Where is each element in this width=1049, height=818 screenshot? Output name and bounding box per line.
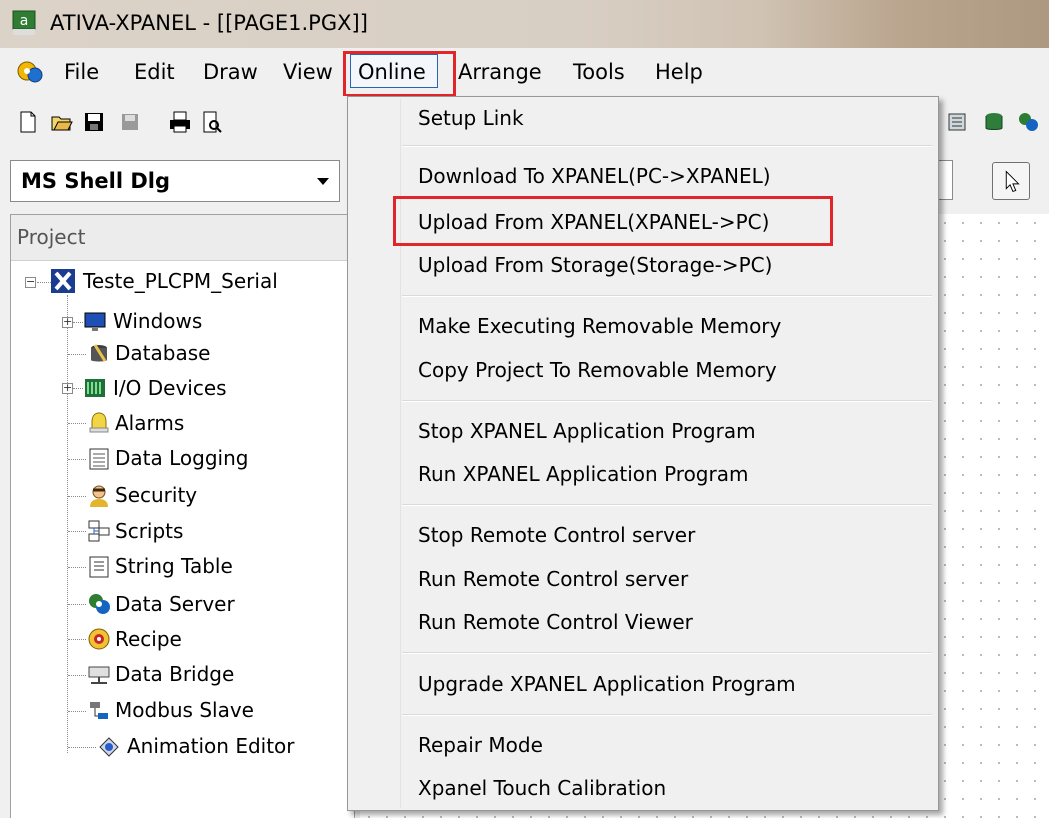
alarm-bell-icon — [89, 412, 109, 433]
tree-item-modbus-slave[interactable]: Modbus Slave — [115, 695, 254, 725]
tree-item-animation-editor[interactable]: Animation Editor — [127, 731, 295, 761]
menu-item-run-remote-control-server[interactable]: Run Remote Control server — [418, 562, 688, 596]
menu-separator — [402, 714, 932, 716]
menu-separator — [402, 145, 932, 147]
tree-item-windows[interactable]: Windows — [113, 306, 202, 336]
menu-item-download-to-xpanel[interactable]: Download To XPANEL(PC->XPANEL) — [418, 159, 771, 193]
menu-separator — [402, 295, 932, 297]
io-devices-tool-icon[interactable] — [946, 110, 970, 134]
menu-item-repair-mode[interactable]: Repair Mode — [418, 728, 543, 762]
window-title: ATIVA-XPANEL - [[PAGE1.PGX]] — [50, 11, 368, 35]
menu-help[interactable]: Help — [655, 59, 703, 85]
project-x-icon — [51, 269, 75, 293]
project-panel-title: Project — [17, 225, 86, 249]
print-preview-icon[interactable] — [200, 110, 224, 134]
menu-file[interactable]: File — [64, 59, 99, 85]
title-bar: a ATIVA-XPANEL - [[PAGE1.PGX]] — [0, 0, 1049, 48]
io-devices-icon — [85, 379, 105, 397]
tree-expander[interactable]: + — [62, 316, 73, 328]
tree-expander[interactable]: + — [62, 382, 73, 394]
save-icon[interactable] — [82, 110, 106, 134]
menu-tools[interactable]: Tools — [573, 59, 625, 85]
tree-item-database[interactable]: Database — [115, 338, 210, 368]
menu-item-copy-project-to-removable-memory[interactable]: Copy Project To Removable Memory — [418, 353, 777, 387]
menu-bar: File Edit Draw View Online Arrange Tools… — [0, 48, 1049, 96]
data-server-icon — [89, 594, 110, 614]
print-icon[interactable] — [168, 110, 192, 134]
menu-draw[interactable]: Draw — [203, 59, 258, 85]
menu-edit[interactable]: Edit — [134, 59, 175, 85]
tree-expander[interactable]: − — [25, 276, 36, 288]
menu-item-upload-from-storage[interactable]: Upload From Storage(Storage->PC) — [418, 248, 772, 282]
project-panel: Project − Teste_PLCPM_Serial + Windows D… — [10, 214, 355, 818]
menu-item-run-xpanel-app[interactable]: Run XPANEL Application Program — [418, 457, 748, 491]
string-table-icon — [89, 556, 109, 578]
app-menu-icon[interactable] — [14, 58, 48, 86]
tree-item-alarms[interactable]: Alarms — [115, 408, 184, 438]
project-panel-header: Project — [11, 215, 354, 261]
menu-item-stop-remote-control-server[interactable]: Stop Remote Control server — [418, 518, 695, 552]
menu-separator — [402, 400, 932, 402]
menu-item-run-remote-control-viewer[interactable]: Run Remote Control Viewer — [418, 605, 693, 639]
menu-view[interactable]: View — [283, 59, 333, 85]
menu-item-upgrade-xpanel-app[interactable]: Upgrade XPANEL Application Program — [418, 667, 796, 701]
online-highlight-frame — [343, 51, 456, 97]
tree-item-data-server[interactable]: Data Server — [115, 589, 235, 619]
tree-item-io-devices[interactable]: I/O Devices — [113, 373, 227, 403]
font-select[interactable]: MS Shell Dlg — [10, 160, 340, 202]
animation-editor-icon — [99, 737, 119, 757]
tree-item-scripts[interactable]: Scripts — [115, 516, 183, 546]
menu-item-make-executing-removable-memory[interactable]: Make Executing Removable Memory — [418, 309, 781, 343]
tree-item-string-table[interactable]: String Table — [115, 551, 233, 581]
data-logging-icon — [89, 448, 109, 470]
security-user-icon — [90, 485, 108, 507]
font-select-value: MS Shell Dlg — [21, 169, 171, 193]
menu-arrange[interactable]: Arrange — [458, 59, 542, 85]
new-file-icon[interactable] — [16, 110, 40, 134]
menu-item-stop-xpanel-app[interactable]: Stop XPANEL Application Program — [418, 414, 756, 448]
monitor-icon — [84, 312, 106, 331]
scripts-icon — [88, 520, 110, 542]
database-tool-icon[interactable] — [982, 110, 1006, 134]
tree-item-data-bridge[interactable]: Data Bridge — [115, 659, 234, 689]
chevron-down-icon[interactable] — [317, 178, 329, 185]
menu-separator — [402, 504, 932, 506]
pointer-tool-icon[interactable] — [992, 162, 1030, 200]
tree-item-recipe[interactable]: Recipe — [115, 624, 182, 654]
menu-separator — [402, 652, 932, 654]
open-folder-icon[interactable] — [50, 110, 74, 134]
data-bridge-icon — [88, 666, 110, 684]
app-icon: a — [12, 10, 36, 35]
database-icon — [91, 344, 107, 362]
recipe-gear-icon — [88, 628, 110, 650]
tree-item-security[interactable]: Security — [115, 480, 197, 510]
save-all-icon[interactable] — [118, 110, 142, 134]
upload-highlight-frame — [393, 196, 833, 246]
menu-item-setup-link[interactable]: Setup Link — [418, 101, 524, 135]
svg-text:a: a — [20, 13, 29, 29]
data-server-tool-icon[interactable] — [1016, 110, 1040, 134]
tree-item-data-logging[interactable]: Data Logging — [115, 443, 248, 473]
tree-root[interactable]: Teste_PLCPM_Serial — [83, 266, 278, 296]
menu-item-xpanel-touch-calibration[interactable]: Xpanel Touch Calibration — [418, 771, 666, 805]
modbus-slave-icon — [90, 702, 108, 719]
